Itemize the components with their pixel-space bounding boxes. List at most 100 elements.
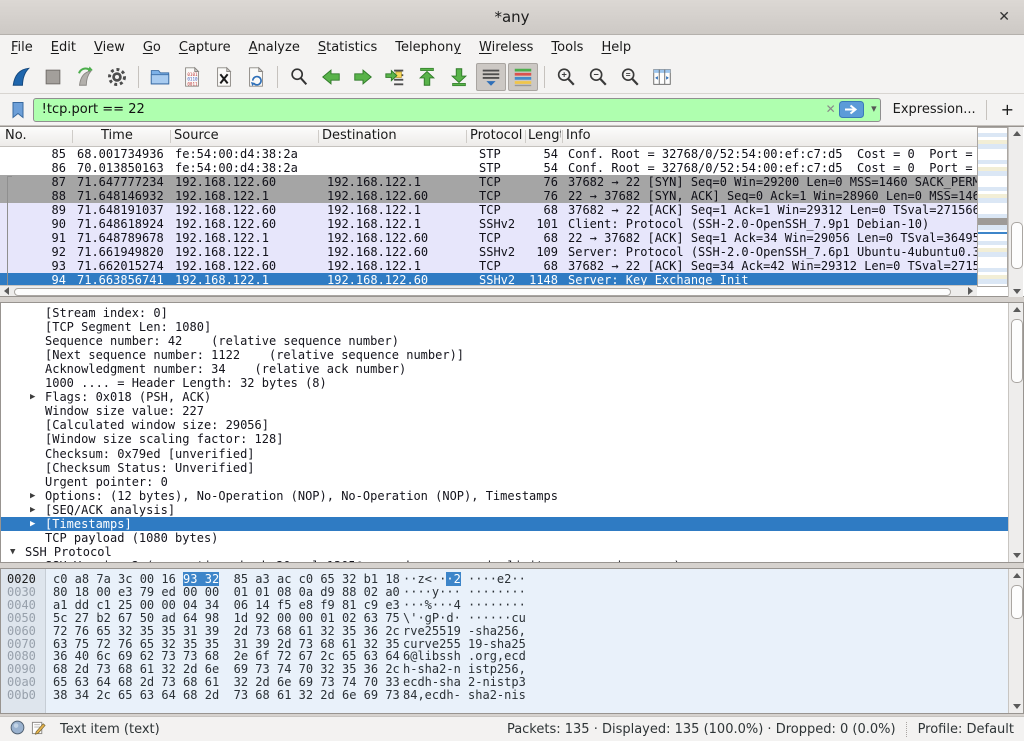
close-file-icon[interactable]	[209, 63, 239, 91]
column-header-source[interactable]: Source	[170, 127, 316, 145]
scroll-down-icon[interactable]	[1009, 549, 1024, 562]
menu-tools[interactable]: Tools	[542, 35, 592, 60]
detail-line[interactable]: ▼SSH Protocol	[1, 545, 1008, 559]
column-separator[interactable]	[72, 130, 73, 143]
start-capture-icon[interactable]	[6, 63, 36, 91]
collapsed-arrow-icon[interactable]: ▶	[30, 503, 35, 517]
column-separator[interactable]	[170, 130, 171, 143]
scroll-up-icon[interactable]	[1009, 303, 1024, 316]
expanded-arrow-icon[interactable]: ▼	[10, 545, 15, 559]
filter-add-button[interactable]: +	[997, 100, 1018, 119]
detail-line[interactable]: [Calculated window size: 29056]	[1, 418, 1008, 432]
filter-bookmark-icon[interactable]	[6, 97, 30, 123]
menu-go[interactable]: Go	[134, 35, 170, 60]
column-header-protocol[interactable]: Protocol	[466, 127, 523, 145]
collapsed-arrow-icon[interactable]: ▶	[30, 517, 35, 531]
packet-row-85[interactable]: 8568.001734936fe:54:00:d4:38:2aSTP54Conf…	[0, 147, 977, 161]
detail-line[interactable]: ▶Flags: 0x018 (PSH, ACK)	[1, 390, 1008, 404]
detail-line[interactable]: ▶[SEQ/ACK analysis]	[1, 503, 1008, 517]
filter-clear-icon[interactable]: ✕	[826, 102, 836, 116]
filter-apply-icon[interactable]	[839, 101, 864, 118]
packet-row-91[interactable]: 9171.648789678192.168.122.1192.168.122.6…	[0, 231, 977, 245]
display-filter-input[interactable]	[40, 100, 814, 120]
packet-row-90[interactable]: 9071.648618924192.168.122.60192.168.122.…	[0, 217, 977, 231]
scroll-left-icon[interactable]	[0, 286, 13, 296]
status-profile[interactable]: Profile: Default	[918, 722, 1014, 737]
zoom-in-icon[interactable]: +	[551, 63, 581, 91]
detail-line[interactable]: ▶Options: (12 bytes), No-Operation (NOP)…	[1, 489, 1008, 503]
collapsed-arrow-icon[interactable]: ▶	[30, 390, 35, 404]
window-close-icon[interactable]: ✕	[998, 0, 1010, 34]
intelligent-scrollbar-minimap[interactable]	[977, 127, 1008, 287]
column-separator[interactable]	[525, 130, 526, 143]
expert-info-icon[interactable]	[10, 720, 25, 739]
packet-row-93[interactable]: 9371.662015274192.168.122.60192.168.122.…	[0, 259, 977, 273]
go-to-packet-icon[interactable]	[380, 63, 410, 91]
menu-edit[interactable]: Edit	[42, 35, 85, 60]
restart-capture-icon[interactable]	[70, 63, 100, 91]
title-bar[interactable]: *any ✕	[0, 0, 1024, 35]
find-packet-icon[interactable]	[284, 63, 314, 91]
hex-row-00b0[interactable]: 00b038 34 2c 65 63 64 68 2d 73 68 61 32 …	[1, 689, 1008, 702]
bytes-vertical-scrollbar[interactable]	[1008, 569, 1023, 713]
expression-button[interactable]: Expression...	[893, 102, 976, 117]
detail-line[interactable]: [TCP Segment Len: 1080]	[1, 320, 1008, 334]
detail-line[interactable]: 1000 .... = Header Length: 32 bytes (8)	[1, 376, 1008, 390]
packet-list-vertical-scrollbar[interactable]	[1008, 127, 1023, 298]
packet-row-87[interactable]: 8771.647777234192.168.122.60192.168.122.…	[0, 175, 977, 189]
column-separator[interactable]	[562, 130, 563, 143]
menu-telephony[interactable]: Telephony	[386, 35, 470, 60]
auto-scroll-icon[interactable]	[476, 63, 506, 91]
column-header-destination[interactable]: Destination	[318, 127, 464, 145]
go-last-packet-icon[interactable]	[444, 63, 474, 91]
packet-row-86[interactable]: 8670.013850163fe:54:00:d4:38:2aSTP54Conf…	[0, 161, 977, 175]
scroll-down-icon[interactable]	[1009, 700, 1024, 713]
detail-line[interactable]: [Stream index: 0]	[1, 306, 1008, 320]
packet-row-92[interactable]: 9271.661949820192.168.122.1192.168.122.6…	[0, 245, 977, 259]
detail-line[interactable]: [Window size scaling factor: 128]	[1, 432, 1008, 446]
menu-wireless[interactable]: Wireless	[470, 35, 542, 60]
capture-comment-icon[interactable]	[31, 720, 46, 739]
zoom-out-icon[interactable]: −	[583, 63, 613, 91]
column-header-no[interactable]: No.	[0, 127, 70, 145]
detail-line[interactable]: Urgent pointer: 0	[1, 475, 1008, 489]
scroll-thumb[interactable]	[1011, 585, 1023, 619]
zoom-original-icon[interactable]: =	[615, 63, 645, 91]
column-header-time[interactable]: Time	[72, 127, 168, 145]
reload-file-icon[interactable]	[241, 63, 271, 91]
detail-line[interactable]: Checksum: 0x79ed [unverified]	[1, 447, 1008, 461]
scroll-right-icon[interactable]	[964, 286, 977, 296]
scroll-thumb[interactable]	[14, 288, 951, 296]
column-header-length[interactable]: Length	[525, 127, 561, 145]
menu-analyze[interactable]: Analyze	[240, 35, 309, 60]
scroll-up-icon[interactable]	[1009, 569, 1024, 582]
menu-view[interactable]: View	[85, 35, 134, 60]
column-separator[interactable]	[466, 130, 467, 143]
go-first-packet-icon[interactable]	[412, 63, 442, 91]
filter-dropdown-caret-icon[interactable]: ▾	[871, 102, 877, 115]
detail-line[interactable]: Sequence number: 42 (relative sequence n…	[1, 334, 1008, 348]
open-file-icon[interactable]	[145, 63, 175, 91]
menu-help[interactable]: Help	[592, 35, 640, 60]
save-file-icon[interactable]: 010101100011	[177, 63, 207, 91]
collapsed-arrow-icon[interactable]: ▶	[30, 489, 35, 503]
packet-row-89[interactable]: 8971.648191037192.168.122.60192.168.122.…	[0, 203, 977, 217]
details-vertical-scrollbar[interactable]	[1008, 303, 1023, 562]
column-separator[interactable]	[318, 130, 319, 143]
packet-row-88[interactable]: 8871.648146932192.168.122.1192.168.122.6…	[0, 189, 977, 203]
scroll-thumb[interactable]	[1011, 319, 1023, 383]
detail-line[interactable]: ▶[Timestamps]	[1, 517, 1008, 531]
stop-capture-icon[interactable]	[38, 63, 68, 91]
detail-line[interactable]: Window size value: 227	[1, 404, 1008, 418]
resize-columns-icon[interactable]	[647, 63, 677, 91]
detail-line[interactable]: [Next sequence number: 1122 (relative se…	[1, 348, 1008, 362]
scroll-thumb[interactable]	[1011, 222, 1023, 269]
menu-statistics[interactable]: Statistics	[309, 35, 386, 60]
detail-line[interactable]: TCP payload (1080 bytes)	[1, 531, 1008, 545]
packet-list-horizontal-scrollbar[interactable]	[0, 285, 977, 296]
detail-line[interactable]: Acknowledgment number: 34 (relative ack …	[1, 362, 1008, 376]
colorize-packets-icon[interactable]	[508, 63, 538, 91]
packet-list-header[interactable]: No.TimeSourceDestinationProtocolLengthIn…	[0, 127, 977, 147]
detail-line[interactable]: [Checksum Status: Unverified]	[1, 461, 1008, 475]
capture-options-gear-icon[interactable]	[102, 63, 132, 91]
